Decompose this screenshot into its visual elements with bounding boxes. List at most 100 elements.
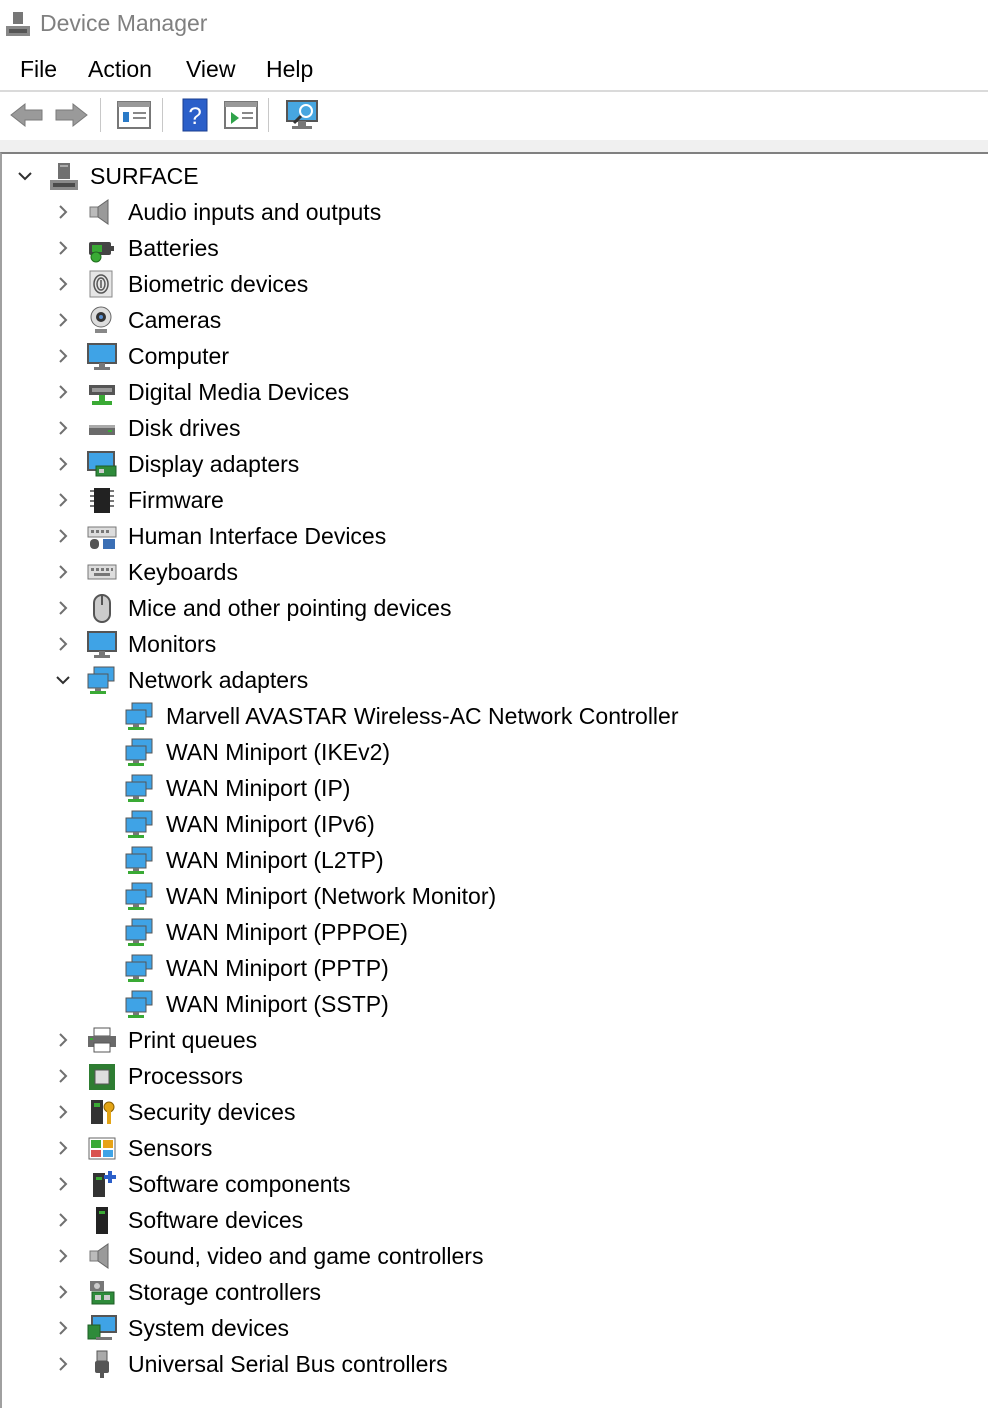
collapse-chevron-icon[interactable] [54,1031,72,1049]
collapse-chevron-icon[interactable] [54,1247,72,1265]
tree-category-audio-inputs-and-outputs[interactable]: Audio inputs and outputs [2,194,988,230]
battery-icon [86,233,118,263]
collapse-chevron-icon[interactable] [54,563,72,581]
tree-category-sound-video-and-game-controllers[interactable]: Sound, video and game controllers [2,1238,988,1274]
tree-device-wan-miniport-l2tp[interactable]: WAN Miniport (L2TP) [2,842,988,878]
tree-device-wan-miniport-network-monitor[interactable]: WAN Miniport (Network Monitor) [2,878,988,914]
network-icon [124,773,156,803]
tree-category-keyboards[interactable]: Keyboards [2,554,988,590]
tree-node-label: Software devices [128,1207,304,1233]
speaker-icon [86,197,118,227]
collapse-chevron-icon[interactable] [54,491,72,509]
scan-hardware-icon[interactable] [284,98,322,132]
network-icon [124,989,156,1019]
hid-icon [86,521,118,551]
toolbar-bottom-band [0,140,988,152]
collapse-chevron-icon[interactable] [54,419,72,437]
tree-device-marvell-avastar-wireless-ac-network-controller[interactable]: Marvell AVASTAR Wireless-AC Network Cont… [2,698,988,734]
tree-category-network-adapters[interactable]: Network adapters [2,662,988,698]
tree-category-firmware[interactable]: Firmware [2,482,988,518]
tree-device-wan-miniport-ikev2[interactable]: WAN Miniport (IKEv2) [2,734,988,770]
tree-node-label: WAN Miniport (Network Monitor) [166,883,497,909]
collapse-chevron-icon[interactable] [54,527,72,545]
tree-device-wan-miniport-pppoe[interactable]: WAN Miniport (PPPOE) [2,914,988,950]
speaker-icon [86,1241,118,1271]
tree-node-label: Sound, video and game controllers [128,1243,484,1269]
collapse-chevron-icon[interactable] [54,635,72,653]
properties-icon[interactable] [115,98,153,132]
tree-node-label: SURFACE [90,163,199,189]
computer-tower-icon [48,161,80,191]
monitor-icon [86,629,118,659]
tree-category-monitors[interactable]: Monitors [2,626,988,662]
menu-help[interactable]: Help [266,56,313,83]
menu-action[interactable]: Action [88,56,152,83]
collapse-chevron-icon[interactable] [54,1175,72,1193]
collapse-chevron-icon[interactable] [54,275,72,293]
menu-file[interactable]: File [20,56,57,83]
tree-category-disk-drives[interactable]: Disk drives [2,410,988,446]
tree-category-security-devices[interactable]: Security devices [2,1094,988,1130]
tree-node-label: Digital Media Devices [128,379,350,405]
tree-device-wan-miniport-ipv6[interactable]: WAN Miniport (IPv6) [2,806,988,842]
tree-category-processors[interactable]: Processors [2,1058,988,1094]
tree-category-human-interface-devices[interactable]: Human Interface Devices [2,518,988,554]
tree-category-display-adapters[interactable]: Display adapters [2,446,988,482]
tree-category-batteries[interactable]: Batteries [2,230,988,266]
svg-text:?: ? [188,103,201,130]
back-arrow-icon[interactable] [8,98,46,132]
collapse-chevron-icon[interactable] [54,1283,72,1301]
tree-device-wan-miniport-pptp[interactable]: WAN Miniport (PPTP) [2,950,988,986]
menu-bar: File Action View Help [0,50,988,92]
tree-category-system-devices[interactable]: System devices [2,1310,988,1346]
collapse-chevron-icon[interactable] [54,599,72,617]
network-icon [124,881,156,911]
help-icon[interactable]: ? [177,98,215,132]
collapse-chevron-icon[interactable] [54,1355,72,1373]
tree-category-computer[interactable]: Computer [2,338,988,374]
tree-category-software-devices[interactable]: Software devices [2,1202,988,1238]
collapse-chevron-icon[interactable] [54,383,72,401]
tree-category-universal-serial-bus-controllers[interactable]: Universal Serial Bus controllers [2,1346,988,1382]
collapse-chevron-icon[interactable] [54,239,72,257]
tree-category-sensors[interactable]: Sensors [2,1130,988,1166]
sensor-icon [86,1133,118,1163]
collapse-chevron-icon[interactable] [54,1067,72,1085]
tree-category-digital-media-devices[interactable]: Digital Media Devices [2,374,988,410]
tree-category-storage-controllers[interactable]: Storage controllers [2,1274,988,1310]
tree-device-wan-miniport-sstp[interactable]: WAN Miniport (SSTP) [2,986,988,1022]
update-driver-icon[interactable] [222,98,260,132]
collapse-chevron-icon[interactable] [54,1103,72,1121]
toolbar-separator [268,98,269,132]
menu-view[interactable]: View [186,56,235,83]
tree-device-wan-miniport-ip[interactable]: WAN Miniport (IP) [2,770,988,806]
tree-node-label: Batteries [128,235,219,261]
printer-icon [86,1025,118,1055]
device-manager-app-icon [4,10,32,40]
tree-node-label: Audio inputs and outputs [128,199,382,225]
tree-category-print-queues[interactable]: Print queues [2,1022,988,1058]
media-device-icon [86,377,118,407]
collapse-chevron-icon[interactable] [54,203,72,221]
tree-category-software-components[interactable]: Software components [2,1166,988,1202]
tree-node-label: WAN Miniport (SSTP) [166,991,389,1017]
tree-node-label: Software components [128,1171,351,1197]
tree-category-mice-and-other-pointing-devices[interactable]: Mice and other pointing devices [2,590,988,626]
usb-icon [86,1349,118,1379]
collapse-chevron-icon[interactable] [54,455,72,473]
tree-category-cameras[interactable]: Cameras [2,302,988,338]
title-bar: Device Manager [0,0,988,50]
collapse-chevron-icon[interactable] [54,347,72,365]
tree-root-surface[interactable]: SURFACE [2,158,988,194]
forward-arrow-icon[interactable] [52,98,90,132]
expand-chevron-icon[interactable] [16,167,34,185]
collapse-chevron-icon[interactable] [54,1319,72,1337]
tree-category-biometric-devices[interactable]: Biometric devices [2,266,988,302]
collapse-chevron-icon[interactable] [54,311,72,329]
collapse-chevron-icon[interactable] [54,1139,72,1157]
tree-node-label: Security devices [128,1099,296,1125]
collapse-chevron-icon[interactable] [54,1211,72,1229]
security-key-icon [86,1097,118,1127]
processor-icon [86,1061,118,1091]
expand-chevron-icon[interactable] [54,671,72,689]
